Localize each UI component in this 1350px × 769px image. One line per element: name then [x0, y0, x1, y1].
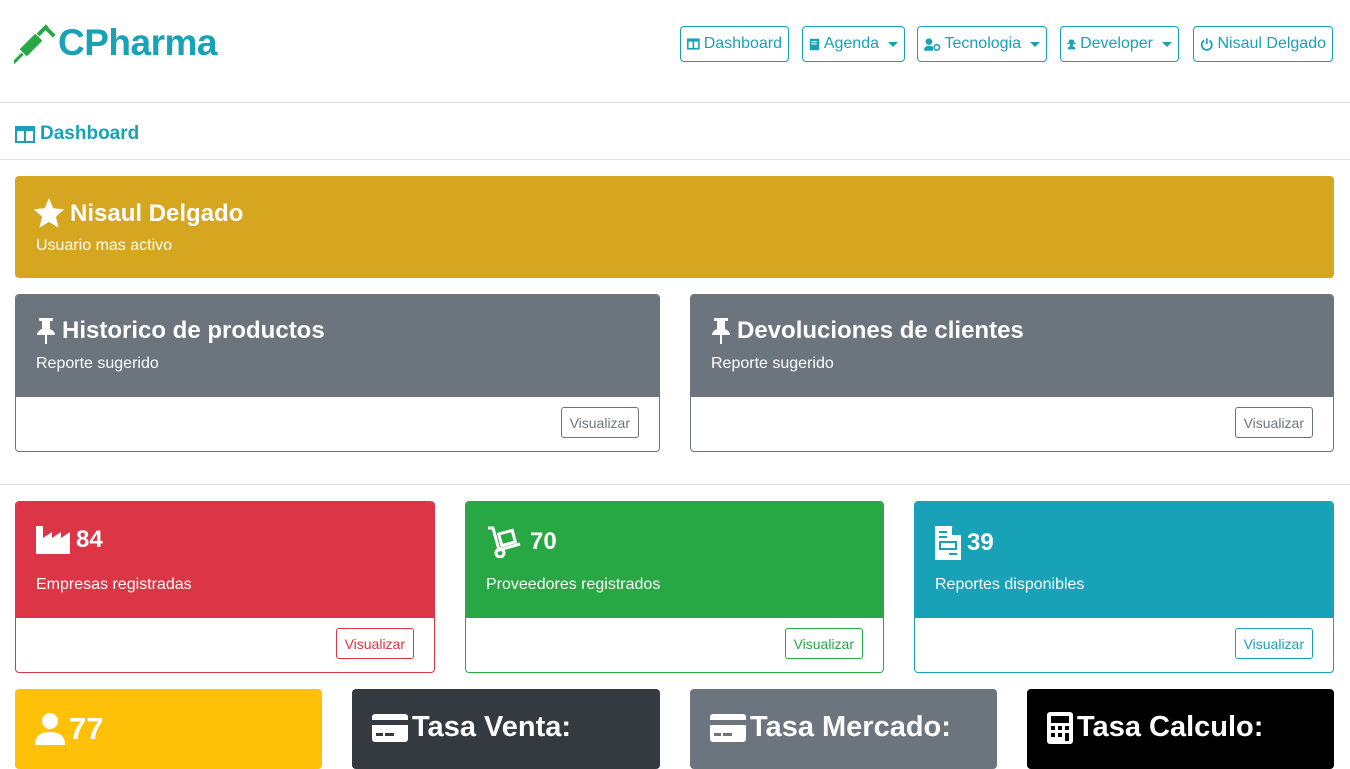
card-caption: Reporte sugerido: [36, 355, 159, 372]
syringe-icon: [14, 24, 56, 64]
visualizar-button[interactable]: Visualizar: [1234, 628, 1313, 659]
card-header: Historico de productos Reporte sugerido: [16, 295, 659, 397]
stat-value: 77: [35, 711, 103, 747]
nav-agenda-label: Agenda: [823, 35, 879, 52]
calculator-icon: [1047, 711, 1073, 744]
stat-card-reportes: 39 Reportes disponibles Visualizar: [914, 501, 1334, 673]
tasa-calculo-title: Tasa Calculo:: [1047, 711, 1263, 744]
tasa-venta-label: Tasa Venta:: [412, 711, 572, 743]
visualizar-button[interactable]: Visualizar: [784, 628, 863, 659]
card-title: Devoluciones de clientes: [711, 317, 1024, 345]
book-icon: [809, 38, 820, 50]
card-caption: Reporte sugerido: [711, 355, 834, 372]
stat-value: 84: [36, 526, 103, 554]
stat-value: 39: [935, 526, 994, 560]
stat-card-proveedores: 70 Proveedores registrados Visualizar: [465, 501, 884, 673]
nav-user-label: Nisaul Delgado: [1217, 35, 1326, 52]
visualizar-button[interactable]: Visualizar: [335, 628, 414, 659]
nav-user-logout-button[interactable]: Nisaul Delgado: [1193, 26, 1333, 62]
visualizar-button[interactable]: Visualizar: [560, 407, 639, 438]
chevron-down-icon: [1030, 41, 1040, 47]
tasa-mercado-card: Tasa Mercado:: [690, 689, 997, 769]
file-invoice-icon: [935, 526, 961, 560]
user-cog-icon: [924, 37, 941, 51]
credit-card-icon: [372, 713, 408, 742]
tasa-calculo-label: Tasa Calculo:: [1077, 711, 1264, 743]
user-icon: [35, 713, 65, 745]
chevron-down-icon: [888, 41, 898, 47]
tasa-mercado-label: Tasa Mercado:: [750, 711, 951, 743]
stat-caption: Reportes disponibles: [935, 576, 1085, 593]
card-header: 84 Empresas registradas: [16, 502, 434, 618]
suggested-report-card: Historico de productos Reporte sugerido …: [15, 294, 660, 452]
card-header: 39 Reportes disponibles: [915, 502, 1333, 618]
nav-tecnologia-dropdown[interactable]: Tecnologia: [917, 26, 1047, 62]
stat-caption: Proveedores registrados: [486, 576, 661, 593]
breadcrumb: Dashboard: [0, 103, 1350, 160]
credit-card-icon: [710, 713, 746, 742]
top-user-banner: Nisaul Delgado Usuario mas activo: [15, 176, 1334, 278]
thumbtack-icon: [37, 318, 55, 344]
stat-card-empresas: 84 Empresas registradas Visualizar: [15, 501, 435, 673]
stat-value-number: 77: [69, 711, 104, 746]
page-title-label: Dashboard: [40, 123, 140, 144]
tasa-mercado-title: Tasa Mercado:: [710, 711, 951, 744]
tasa-calculo-card: Tasa Calculo:: [1027, 689, 1334, 769]
card-header: 70 Proveedores registrados: [466, 502, 883, 618]
section-divider: [0, 484, 1350, 485]
brand-logo[interactable]: CPharma: [14, 22, 217, 64]
card-title: Historico de productos: [36, 317, 325, 345]
top-navbar: CPharma Dashboard Agenda Tecnologia Deve…: [0, 0, 1350, 103]
stat-value-number: 70: [530, 528, 557, 555]
star-icon: [33, 198, 65, 228]
nav-dashboard-label: Dashboard: [703, 35, 782, 52]
top-user-caption: Usuario mas activo: [36, 237, 173, 254]
stat-value: 70: [486, 526, 557, 558]
top-user-name: Nisaul Delgado: [70, 200, 244, 227]
columns-icon: [15, 125, 35, 143]
card-title-label: Devoluciones de clientes: [737, 317, 1024, 344]
power-off-icon: [1200, 37, 1213, 51]
top-user-heading: Nisaul Delgado: [32, 198, 243, 230]
visualizar-button[interactable]: Visualizar: [1234, 407, 1313, 438]
suggested-report-card: Devoluciones de clientes Reporte sugerid…: [690, 294, 1334, 452]
card-header: Devoluciones de clientes Reporte sugerid…: [691, 295, 1333, 397]
stat-card-usuarios: 77: [15, 689, 322, 769]
dolly-icon: [488, 526, 521, 558]
nav-developer-dropdown[interactable]: Developer: [1060, 26, 1179, 62]
industry-icon: [36, 526, 70, 554]
tasa-venta-title: Tasa Venta:: [372, 711, 571, 744]
card-title-label: Historico de productos: [62, 317, 325, 344]
stat-caption: Empresas registradas: [36, 576, 192, 593]
user-secret-icon: [1067, 39, 1077, 49]
page-title: Dashboard: [15, 123, 139, 145]
nav-agenda-dropdown[interactable]: Agenda: [802, 26, 905, 62]
thumbtack-icon: [712, 318, 730, 344]
nav-tecnologia-label: Tecnologia: [944, 35, 1022, 52]
tasa-venta-card: Tasa Venta:: [352, 689, 660, 769]
nav-developer-label: Developer: [1080, 35, 1153, 52]
stat-value-number: 84: [76, 526, 103, 553]
nav-dashboard-button[interactable]: Dashboard: [680, 26, 789, 62]
chevron-down-icon: [1162, 41, 1172, 47]
brand-name: CPharma: [58, 22, 217, 63]
columns-icon: [687, 38, 700, 50]
stat-value-number: 39: [967, 529, 994, 556]
